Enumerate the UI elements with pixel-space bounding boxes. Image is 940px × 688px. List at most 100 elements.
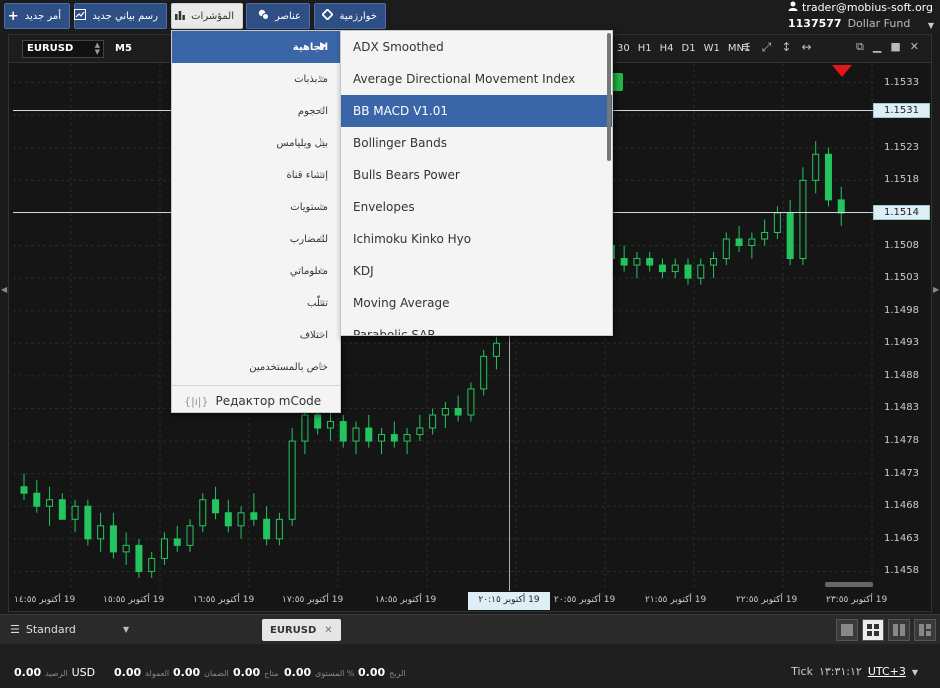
- category-item[interactable]: مذبذبات ▶: [172, 63, 340, 95]
- candle: [365, 415, 373, 448]
- submenu-scrollbar[interactable]: [607, 33, 611, 161]
- candle: [812, 141, 820, 194]
- category-item[interactable]: للمضارب ▶: [172, 223, 340, 255]
- resize-diagonal-icon[interactable]: ⤢: [762, 40, 772, 55]
- indicator-item[interactable]: BB MACD V1.01: [341, 95, 612, 127]
- timeframe-h4[interactable]: H4: [660, 43, 674, 54]
- indicator-item[interactable]: ADX Smoothed: [341, 31, 612, 63]
- indicator-label: Bollinger Bands: [353, 136, 447, 150]
- right-arrow-icon[interactable]: ▶: [933, 285, 939, 294]
- close-tab-icon[interactable]: ✕: [324, 625, 332, 636]
- category-item[interactable]: مستويات ▶: [172, 191, 340, 223]
- chart-type-icon[interactable]: ⚟: [741, 40, 752, 55]
- price-tick-label: 1.1533: [884, 76, 919, 88]
- close-icon[interactable]: ✕: [910, 40, 919, 54]
- candle-body: [646, 258, 654, 266]
- maximize-icon[interactable]: ■: [890, 40, 900, 54]
- indicator-item[interactable]: Moving Average: [341, 287, 612, 319]
- elements-button[interactable]: عناصر: [246, 3, 310, 29]
- candle: [135, 538, 143, 578]
- indicator-item[interactable]: Average Directional Movement Index: [341, 63, 612, 95]
- timezone-selector[interactable]: UTC+3: [868, 665, 906, 678]
- indicator-label: Moving Average: [353, 296, 450, 310]
- candle: [288, 428, 296, 526]
- timeframe-active[interactable]: M5: [115, 43, 132, 54]
- timeframe-w1[interactable]: W1: [704, 43, 720, 54]
- candle-body: [71, 505, 79, 520]
- indicator-item[interactable]: Bulls Bears Power: [341, 159, 612, 191]
- mcode-editor-item[interactable]: {|ı|} Редактор mCode: [172, 386, 340, 416]
- chevron-down-icon[interactable]: ▼: [912, 668, 918, 677]
- candle: [84, 499, 92, 546]
- indicator-label: Envelopes: [353, 200, 415, 214]
- candle-body: [633, 258, 641, 266]
- free-margin-status: 0.00 متاح: [233, 666, 278, 679]
- candle-body: [748, 238, 756, 247]
- layout-rows-button[interactable]: [914, 619, 936, 641]
- account-info[interactable]: trader@mobius-soft.org 1137577 Dollar Fu…: [788, 1, 934, 30]
- indicator-item[interactable]: Parabolic SAR: [341, 319, 612, 335]
- category-item[interactable]: اختلاف ▶: [172, 319, 340, 351]
- price-tick-label: 1.1488: [884, 369, 919, 381]
- free-margin-value: 0.00: [233, 666, 261, 679]
- workspace-selector[interactable]: ☰ Standard: [10, 623, 76, 636]
- sell-arrow-icon: [832, 65, 852, 77]
- candle-body: [275, 518, 283, 540]
- timeframe-d1[interactable]: D1: [682, 43, 696, 54]
- indicator-item[interactable]: Ichimoku Kinko Hyo: [341, 223, 612, 255]
- layout-single-button[interactable]: [836, 619, 858, 641]
- chevron-right-icon: ▶: [320, 266, 326, 274]
- candle: [748, 232, 756, 259]
- level-label: المستوى %: [315, 669, 355, 678]
- candle-body: [109, 525, 117, 553]
- indicator-item[interactable]: Envelopes: [341, 191, 612, 223]
- spinner-icon: ▲ ▼: [94, 41, 100, 56]
- chevron-right-icon: ▶: [320, 202, 326, 210]
- category-item[interactable]: إنشاء قناة ▶: [172, 159, 340, 191]
- new-chart-button[interactable]: رسم بياني جديد: [74, 3, 167, 29]
- chevron-right-icon: ▶: [320, 41, 327, 51]
- indicator-item[interactable]: Bollinger Bands: [341, 127, 612, 159]
- candle-body: [224, 512, 232, 527]
- chevron-down-icon[interactable]: ▼: [928, 21, 934, 30]
- minimize-icon[interactable]: ▁: [873, 40, 881, 54]
- symbol-tab[interactable]: EURUSD ✕: [262, 619, 341, 641]
- symbol-selector[interactable]: EURUSD ▲ ▼: [22, 40, 104, 58]
- candle: [275, 512, 283, 546]
- chevron-down-icon[interactable]: ▼: [123, 625, 129, 634]
- category-item[interactable]: الحجوم ▶: [172, 95, 340, 127]
- timeframe-30[interactable]: 30: [617, 43, 630, 54]
- resize-vertical-icon[interactable]: ↕: [781, 40, 791, 55]
- left-arrow-icon[interactable]: ◀: [1, 285, 7, 294]
- category-item[interactable]: اتجاهية ▶: [172, 31, 340, 63]
- timeframe-h1[interactable]: H1: [638, 43, 652, 54]
- candle: [250, 493, 258, 526]
- category-item[interactable]: معلوماتي ▶: [172, 255, 340, 287]
- candle: [160, 532, 168, 565]
- chart-tools: ⚟ ⤢ ↕ ↔: [741, 40, 812, 55]
- indicator-item[interactable]: KDJ: [341, 255, 612, 287]
- popout-icon[interactable]: ⧉: [856, 40, 864, 54]
- time-tick-label: 19 أكتوبر ٢١:٥٥: [645, 595, 707, 605]
- time-tick-label: 19 أكتوبر ١٤:٥٥: [14, 595, 76, 605]
- layout-columns-button[interactable]: [888, 619, 910, 641]
- algorithms-button[interactable]: خوارزمية: [314, 3, 386, 29]
- algorithms-label: خوارزمية: [339, 10, 377, 22]
- price-tick-label: 1.1518: [884, 174, 919, 186]
- price-tick-label: 1.1458: [884, 565, 919, 577]
- category-item[interactable]: بيل ويليامس ▶: [172, 127, 340, 159]
- candle-body: [288, 440, 296, 520]
- price-tick-label: 1.1508: [884, 239, 919, 251]
- resize-horizontal-icon[interactable]: ↔: [801, 40, 811, 55]
- price-axis: 1.15331.15281.15231.15181.15131.15081.15…: [873, 63, 931, 591]
- candle: [416, 415, 424, 442]
- new-order-button[interactable]: أمر جديد +: [4, 3, 70, 29]
- category-item[interactable]: خاص بالمستخدمين ▶: [172, 351, 340, 383]
- layout-grid-button[interactable]: [862, 619, 884, 641]
- chevron-right-icon: ▶: [320, 138, 326, 146]
- indicators-button[interactable]: المؤشرات: [171, 3, 243, 29]
- candle-body: [250, 512, 258, 520]
- category-item[interactable]: تقلّب ▶: [172, 287, 340, 319]
- chart-scrollbar[interactable]: [825, 582, 873, 587]
- time-tick-label: 19 أكتوبر ٢٣:٥٥: [826, 595, 888, 605]
